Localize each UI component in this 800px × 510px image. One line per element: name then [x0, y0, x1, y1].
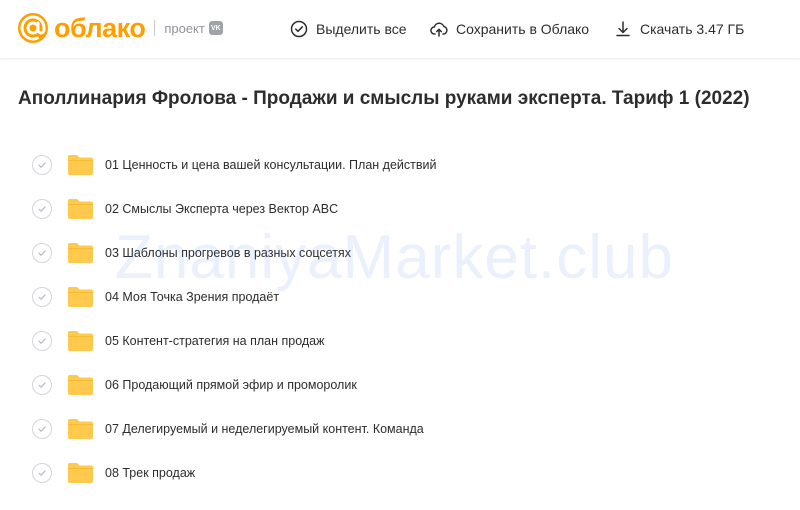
check-icon — [38, 250, 46, 256]
logo-divider — [154, 20, 156, 36]
select-checkbox[interactable] — [32, 155, 52, 175]
folder-row[interactable]: 07 Делегируемый и неделегируемый контент… — [0, 407, 800, 451]
folder-icon — [68, 155, 93, 175]
check-icon — [38, 382, 46, 388]
download-icon — [616, 21, 630, 37]
folder-icon — [68, 375, 93, 395]
logo-text: облако — [54, 13, 146, 43]
folder-name: 08 Трек продаж — [105, 466, 196, 480]
select-all-button[interactable]: Выделить все — [290, 19, 407, 39]
folder-name: 03 Шаблоны прогревов в разных соцсетях — [105, 246, 351, 260]
check-icon — [38, 470, 46, 476]
folder-name: 04 Моя Точка Зрения продаёт — [105, 290, 280, 304]
select-checkbox[interactable] — [32, 199, 52, 219]
check-icon — [38, 206, 46, 212]
select-all-label: Выделить все — [316, 21, 407, 37]
select-checkbox[interactable] — [32, 463, 52, 483]
folder-icon — [68, 331, 93, 351]
vk-badge-icon: VK — [208, 21, 223, 35]
at-sign-logo-icon — [18, 13, 48, 43]
select-checkbox[interactable] — [32, 331, 52, 351]
folder-row[interactable]: 08 Трек продаж — [0, 451, 800, 495]
check-icon — [38, 162, 46, 168]
project-label: проект — [164, 20, 205, 36]
folder-name: 05 Контент-стратегия на план продаж — [105, 334, 325, 348]
cloud-upload-icon — [430, 22, 448, 37]
folder-name: 07 Делегируемый и неделегируемый контент… — [105, 422, 424, 436]
select-checkbox[interactable] — [32, 419, 52, 439]
folder-icon — [68, 287, 93, 307]
folder-row[interactable]: 03 Шаблоны прогревов в разных соцсетях — [0, 231, 800, 275]
folder-icon — [68, 199, 93, 219]
folder-list: 01 Ценность и цена вашей консультации. П… — [0, 143, 800, 495]
folder-row[interactable]: 02 Смыслы Эксперта через Вектор ABC — [0, 187, 800, 231]
select-checkbox[interactable] — [32, 287, 52, 307]
folder-name: 01 Ценность и цена вашей консультации. П… — [105, 158, 437, 172]
select-checkbox[interactable] — [32, 375, 52, 395]
save-to-cloud-label: Сохранить в Облако — [456, 21, 590, 37]
top-bar: облако проект VK Выделить все Сохранить … — [0, 0, 800, 58]
folder-name: 02 Смыслы Эксперта через Вектор ABC — [105, 202, 339, 216]
folder-icon — [68, 419, 93, 439]
folder-name: 06 Продающий прямой эфир и проморолик — [105, 378, 357, 392]
check-icon — [38, 426, 46, 432]
folder-row[interactable]: 06 Продающий прямой эфир и проморолик — [0, 363, 800, 407]
page-title: Аполлинария Фролова - Продажи и смыслы р… — [18, 88, 750, 109]
folder-icon — [68, 243, 93, 263]
download-button[interactable]: Скачать 3.47 ГБ — [614, 19, 744, 39]
select-checkbox[interactable] — [32, 243, 52, 263]
folder-row[interactable]: 01 Ценность и цена вашей консультации. П… — [0, 143, 800, 187]
save-to-cloud-button[interactable]: Сохранить в Облако — [430, 19, 589, 39]
folder-row[interactable]: 05 Контент-стратегия на план продаж — [0, 319, 800, 363]
folder-row[interactable]: 04 Моя Точка Зрения продаёт — [0, 275, 800, 319]
logo[interactable]: облако проект VK — [18, 11, 223, 45]
check-circle-icon — [290, 20, 308, 38]
check-icon — [38, 338, 46, 344]
check-icon — [38, 294, 46, 300]
download-label: Скачать 3.47 ГБ — [640, 21, 745, 37]
folder-icon — [68, 463, 93, 483]
